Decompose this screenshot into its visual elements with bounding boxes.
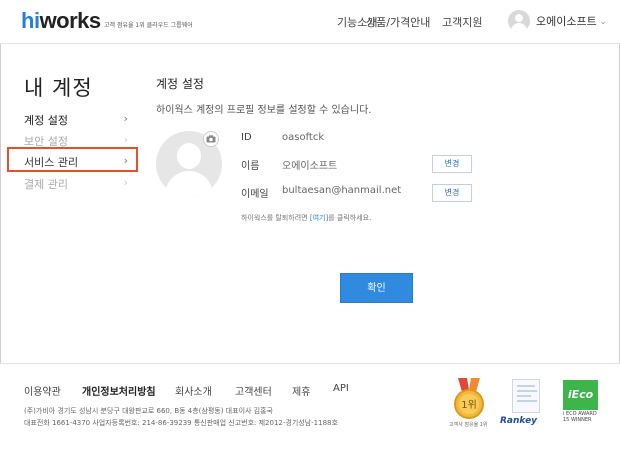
profile-body-shape [165,171,213,197]
chevron-right-icon: › [123,176,128,189]
medal-text: 1위 [461,398,477,411]
sidebar-item-account-settings[interactable]: 계정 설정 › [24,112,128,128]
name-value: 오에이소프트 [282,161,338,172]
logo-hi: hi [21,8,40,33]
medal-caption: 고객사 점유율 1위 [449,422,488,428]
email-label: 이메일 [241,189,269,200]
change-email-button[interactable]: 변경 [432,184,472,202]
sidebar-item-label: 계정 설정 [24,114,68,127]
ieco-caption-line2: 15 WINNER [563,417,592,423]
user-menu[interactable]: 오에이소프트 ⌄ [508,10,606,32]
ieco-caption: i ECO AWARD 15 WINNER [563,411,597,423]
camera-icon[interactable] [203,131,219,147]
footer-link-partnership[interactable]: 제휴 [292,383,310,398]
user-name: 오에이소프트 [536,15,597,28]
footer-link-privacy[interactable]: 개인정보처리방침 [82,383,156,398]
id-value: oasoftck [282,132,325,143]
doc-line [517,400,537,402]
nav-pricing[interactable]: 상품/가격안내 [366,14,430,30]
highlight-box [7,147,138,172]
avatar [508,10,530,32]
sidebar-item-label: 결제 관리 [24,178,68,191]
hiworks-logo[interactable]: hiworks [21,8,101,34]
company-info-line2: 대표전화 1661-4370 사업자등록번호: 214-86-39239 통신판… [24,419,338,427]
company-info-line1: (주)가비아 경기도 성남시 분당구 대왕판교로 660, B동 4층(삼평동)… [24,407,273,415]
footer-link-terms[interactable]: 이용약관 [24,383,61,398]
section-title: 계정 설정 [156,77,204,91]
doc-line [517,385,535,387]
doc-line [517,395,531,397]
footer-link-company[interactable]: 회사소개 [175,383,212,398]
logo-works: works [39,8,102,33]
footer-link-api[interactable]: API [333,383,349,394]
id-label: ID [241,132,252,143]
medal-icon: 1위 [454,378,484,419]
nav-support[interactable]: 고객지원 [442,14,482,30]
chevron-down-icon: ⌄ [599,16,607,26]
ieco-logo: iEco [563,380,598,410]
confirm-button[interactable]: 확인 [340,273,413,303]
withdraw-text-pre: 하이웍스를 탈퇴하려면 [241,214,310,222]
rankey-logo: Rankey [500,416,538,426]
withdraw-notice: 하이웍스를 탈퇴하려면 [여기]를 클릭하세요. [241,213,371,223]
chevron-right-icon: › [123,112,128,125]
page-title: 내 계정 [24,76,93,100]
withdraw-text-post: 를 클릭하세요. [328,214,372,222]
email-value: bultaesan@hanmail.net [282,185,402,196]
header: hiworks 고객 점유율 1위 클라우드 그룹웨어 기능소개 상품/가격안내… [0,0,620,44]
tagline: 고객 점유율 1위 클라우드 그룹웨어 [104,22,193,29]
change-name-button[interactable]: 변경 [432,155,472,173]
withdraw-link[interactable]: [여기] [310,214,328,222]
profile-head-shape [177,143,201,169]
footer-link-support[interactable]: 고객센터 [235,383,272,398]
name-label: 이름 [241,161,260,172]
section-description: 하이웍스 계정의 프로필 정보를 설정할 수 있습니다. [156,105,372,116]
sidebar-item-billing-management[interactable]: 결제 관리 › [24,176,128,192]
certificate-icon [512,379,540,413]
doc-line [517,390,537,392]
